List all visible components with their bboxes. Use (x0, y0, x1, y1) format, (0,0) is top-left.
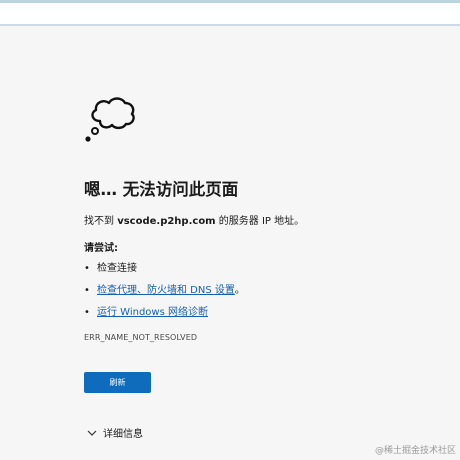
description-prefix: 找不到 (84, 216, 118, 227)
run-network-diagnostics-link[interactable]: 运行 Windows 网络诊断 (97, 307, 208, 318)
suggestion-list: • 检查连接 • 检查代理、防火墙和 DNS 设置。 • 运行 Windows … (84, 262, 245, 328)
details-label: 详细信息 (103, 429, 143, 440)
try-label: 请尝试: (84, 243, 118, 254)
thought-cloud-icon (85, 97, 135, 142)
page-title: 嗯… 无法访问此页面 (84, 180, 239, 199)
browser-top-band (0, 0, 460, 26)
suggestion-suffix: 。 (234, 285, 245, 296)
bullet: • (84, 307, 90, 318)
check-proxy-firewall-dns-link[interactable]: 检查代理、防火墙和 DNS 设置 (97, 285, 235, 296)
description-suffix: 的服务器 IP 地址。 (215, 216, 305, 227)
error-description: 找不到 vscode.p2hp.com 的服务器 IP 地址。 (84, 212, 304, 227)
error-code: ERR_NAME_NOT_RESOLVED (84, 333, 198, 342)
bullet: • (84, 285, 90, 296)
list-item: • 运行 Windows 网络诊断 (84, 306, 245, 328)
chevron-down-icon (87, 430, 97, 436)
list-item: • 检查代理、防火墙和 DNS 设置。 (84, 284, 245, 306)
refresh-button[interactable]: 刷新 (84, 372, 151, 393)
details-toggle[interactable]: 详细信息 (86, 425, 143, 440)
list-item: • 检查连接 (84, 262, 245, 284)
suggestion-check-connection: 检查连接 (97, 263, 137, 274)
bullet: • (84, 263, 90, 274)
watermark: @稀土掘金技术社区 (374, 446, 456, 456)
host-name: vscode.p2hp.com (117, 216, 216, 227)
